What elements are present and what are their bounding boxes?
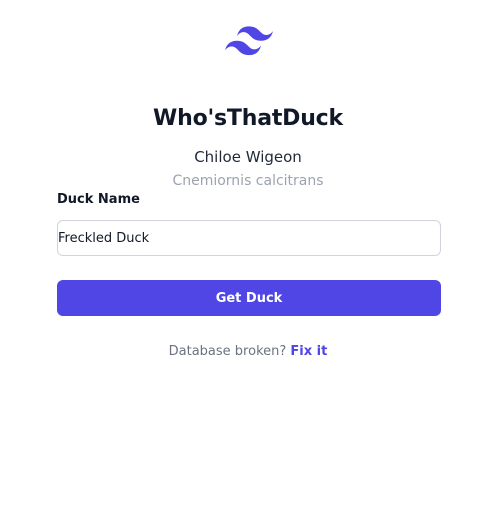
- page: Who'sThatDuck Chiloe Wigeon Cnemiornis c…: [0, 0, 496, 506]
- footer-text: Database broken?: [168, 344, 287, 359]
- page-title: Who'sThatDuck: [153, 106, 343, 131]
- duck-common-name: Chiloe Wigeon: [194, 148, 302, 166]
- footer-note: Database broken? Fix it: [0, 342, 496, 362]
- duck-latin-name: Cnemiornis calcitrans: [172, 173, 324, 186]
- fix-it-link[interactable]: Fix it: [290, 344, 327, 359]
- duck-name-input[interactable]: [57, 220, 441, 256]
- duck-name-label: Duck Name: [57, 192, 140, 207]
- logo-icon: [225, 26, 273, 56]
- latin-name-container: Cnemiornis calcitrans: [0, 168, 496, 186]
- get-duck-button[interactable]: Get Duck: [57, 280, 441, 316]
